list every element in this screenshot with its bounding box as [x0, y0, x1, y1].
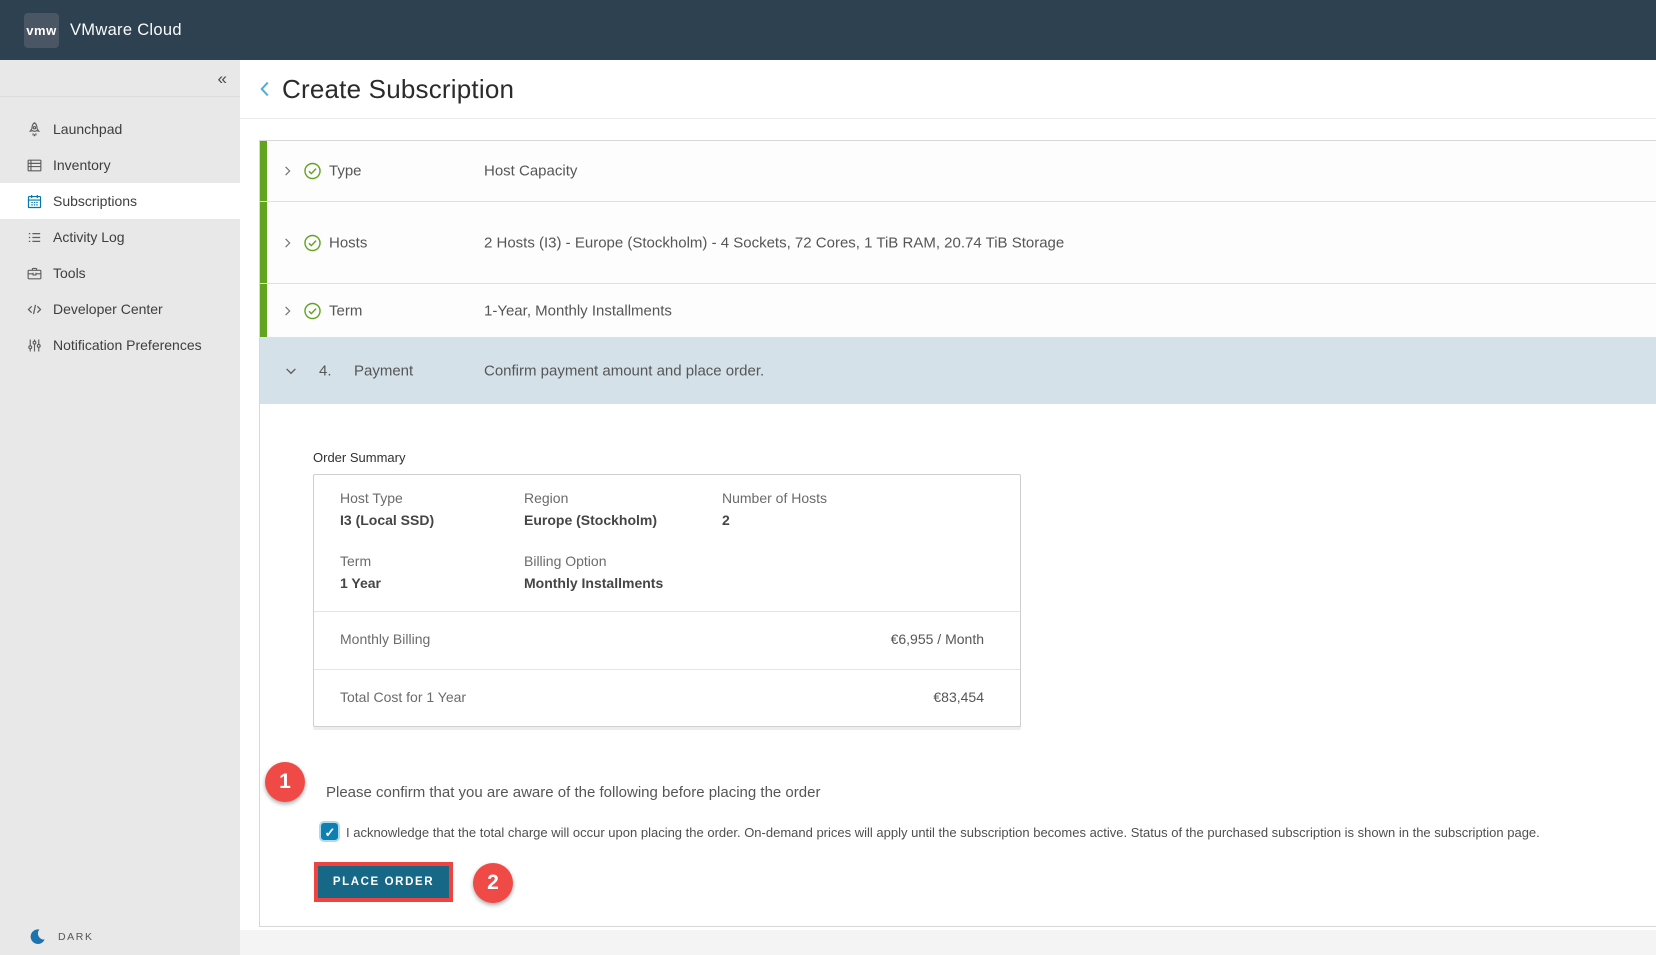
field-label: Term [340, 553, 371, 569]
sidebar-header: « [0, 60, 240, 97]
sliders-icon [25, 336, 43, 354]
order-summary-card: Host Type I3 (Local SSD) Region Europe (… [313, 474, 1021, 727]
annotation-badge-1: 1 [265, 762, 305, 802]
field-value: Monthly Installments [524, 575, 663, 591]
step-label: Hosts [329, 234, 367, 251]
step-label: Term [329, 302, 362, 319]
payment-panel: Order Summary Host Type I3 (Local SSD) R… [260, 404, 1656, 927]
chevron-right-icon[interactable] [281, 304, 294, 317]
order-summary-title: Order Summary [313, 450, 405, 465]
sidebar: « Launchpad Inventory [0, 60, 240, 955]
step-row-type[interactable]: Type Host Capacity [260, 141, 1656, 202]
step-value: Host Capacity [484, 159, 1129, 182]
sidebar-item-label: Notification Preferences [53, 337, 202, 353]
place-order-button[interactable]: PLACE ORDER [318, 866, 449, 898]
tools-icon [25, 264, 43, 282]
field-label: Region [524, 490, 568, 506]
total-cost-value: €83,454 [933, 689, 984, 705]
step-value: 1-Year, Monthly Installments [484, 299, 1129, 322]
sidebar-nav: Launchpad Inventory Subscriptions [0, 111, 240, 363]
inventory-icon [25, 156, 43, 174]
sidebar-item-label: Tools [53, 265, 86, 281]
chevron-left-icon [256, 78, 274, 100]
step-value: 2 Hosts (I3) - Europe (Stockholm) - 4 So… [484, 231, 1129, 254]
moon-icon [28, 927, 47, 946]
acknowledgement-row: I acknowledge that the total charge will… [321, 823, 1540, 840]
subscription-wizard: Type Host Capacity Hosts 2 Hosts (I3) - … [259, 140, 1656, 927]
acknowledgement-text: I acknowledge that the total charge will… [346, 823, 1540, 840]
chevron-right-icon[interactable] [281, 236, 294, 249]
field-value: 1 Year [340, 575, 381, 591]
sidebar-item-notification-preferences[interactable]: Notification Preferences [0, 327, 240, 363]
field-label: Host Type [340, 490, 403, 506]
sidebar-item-label: Launchpad [53, 121, 122, 137]
calendar-icon [25, 192, 43, 210]
annotation-highlight-box: PLACE ORDER [314, 862, 453, 902]
page-header: Create Subscription [240, 60, 1656, 119]
step-label: Payment [354, 363, 413, 380]
sidebar-item-label: Inventory [53, 157, 111, 173]
step-row-term[interactable]: Term 1-Year, Monthly Installments [260, 284, 1656, 338]
step-complete-icon [303, 301, 322, 320]
step-row-hosts[interactable]: Hosts 2 Hosts (I3) - Europe (Stockholm) … [260, 202, 1656, 284]
code-icon [25, 300, 43, 318]
monthly-billing-label: Monthly Billing [340, 631, 430, 647]
confirm-note: Please confirm that you are aware of the… [326, 784, 820, 801]
sidebar-item-label: Subscriptions [53, 193, 137, 209]
annotation-badge-2: 2 [473, 863, 513, 903]
launchpad-icon [25, 120, 43, 138]
sidebar-item-activity-log[interactable]: Activity Log [0, 219, 240, 255]
field-value: I3 (Local SSD) [340, 512, 434, 528]
divider [314, 669, 1020, 670]
sidebar-item-inventory[interactable]: Inventory [0, 147, 240, 183]
theme-toggle-label: DARK [58, 931, 94, 943]
step-complete-icon [303, 233, 322, 252]
sidebar-collapse-icon[interactable]: « [218, 70, 227, 87]
field-label: Billing Option [524, 553, 607, 569]
theme-toggle[interactable]: DARK [28, 927, 94, 946]
sidebar-item-label: Developer Center [53, 301, 163, 317]
vmware-logo[interactable]: vmw [24, 13, 59, 48]
main-content: Create Subscription Type Host Capacity H… [240, 60, 1656, 955]
field-label: Number of Hosts [722, 490, 827, 506]
step-complete-icon [303, 162, 322, 181]
sidebar-item-tools[interactable]: Tools [0, 255, 240, 291]
page-title: Create Subscription [282, 74, 514, 105]
sidebar-item-label: Activity Log [53, 229, 125, 245]
sidebar-item-launchpad[interactable]: Launchpad [0, 111, 240, 147]
monthly-billing-value: €6,955 / Month [891, 631, 984, 647]
activity-log-icon [25, 228, 43, 246]
top-navbar: vmw VMware Cloud [0, 0, 1656, 60]
field-value: Europe (Stockholm) [524, 512, 657, 528]
page-bottom-strip [240, 930, 1656, 955]
chevron-down-icon[interactable] [284, 364, 298, 378]
acknowledge-checkbox[interactable] [321, 823, 338, 840]
sidebar-item-subscriptions[interactable]: Subscriptions [0, 183, 240, 219]
sidebar-item-developer-center[interactable]: Developer Center [0, 291, 240, 327]
app-title: VMware Cloud [70, 21, 182, 40]
total-cost-label: Total Cost for 1 Year [340, 689, 466, 705]
vmware-logo-text: vmw [26, 23, 56, 38]
chevron-right-icon[interactable] [281, 165, 294, 178]
step-row-payment[interactable]: 4. Payment Confirm payment amount and pl… [260, 338, 1656, 404]
field-value: 2 [722, 512, 730, 528]
divider [314, 611, 1020, 612]
step-number: 4. [319, 363, 332, 380]
step-description: Confirm payment amount and place order. [484, 359, 1129, 382]
back-button[interactable] [256, 78, 274, 100]
step-label: Type [329, 163, 362, 180]
